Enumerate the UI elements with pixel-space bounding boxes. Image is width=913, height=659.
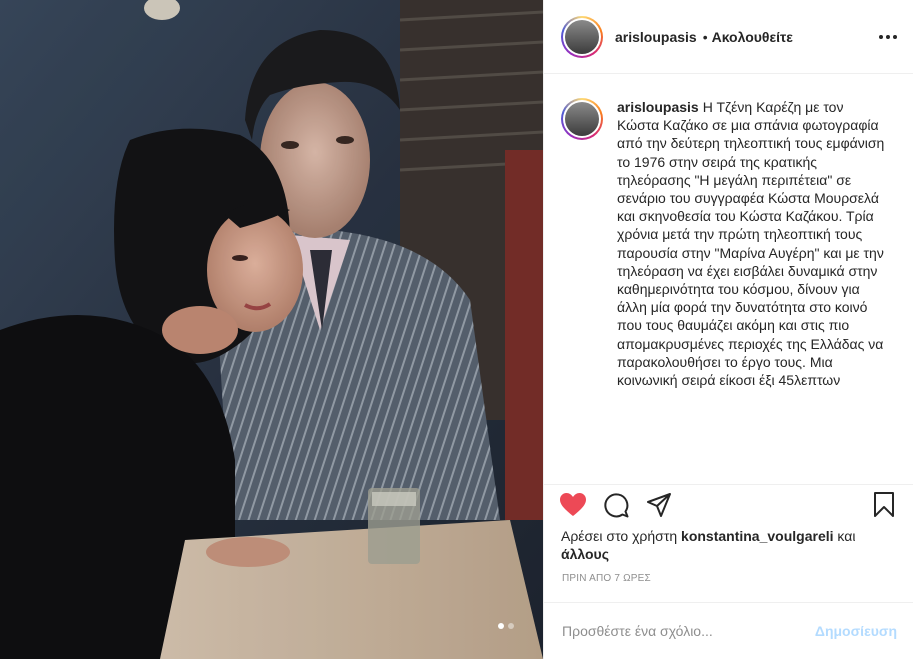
header-separator: • — [702, 28, 708, 45]
caption-body: Η Τζένη Καρέζη με τον Κώστα Καζάκο σε μι… — [617, 99, 885, 389]
post-comment-button[interactable]: Δημοσίευση — [815, 623, 897, 639]
action-bar — [544, 484, 913, 524]
follow-status[interactable]: Ακολουθείτε — [712, 29, 793, 45]
post-image — [0, 0, 543, 659]
carousel-dot — [498, 623, 504, 629]
caption-avatar[interactable] — [561, 98, 603, 140]
carousel-indicator — [498, 623, 514, 629]
timestamp[interactable]: ΠΡΙΝ ΑΠΟ 7 ΩΡΕΣ — [562, 573, 651, 584]
post-panel: arisloupasis • Ακολουθείτε arisloupasis Η… — [543, 0, 913, 659]
caption: arisloupasis Η Τζένη Καρέζη με τον Κώστα … — [561, 98, 897, 389]
comment-input[interactable] — [562, 623, 815, 639]
more-icon[interactable] — [879, 29, 897, 45]
comments-section[interactable]: arisloupasis Η Τζένη Καρέζη με τον Κώστα … — [544, 74, 913, 484]
post-header: arisloupasis • Ακολουθείτε — [544, 0, 913, 74]
bookmark-icon[interactable] — [871, 491, 897, 518]
avatar[interactable] — [561, 15, 603, 58]
caption-text: arisloupasis Η Τζένη Καρέζη με τον Κώστα … — [617, 98, 887, 389]
likes-summary: Αρέσει στο χρήστη konstantina_voulgareli… — [561, 527, 891, 563]
carousel-dot — [508, 623, 514, 629]
share-icon[interactable] — [646, 492, 672, 518]
header-username[interactable]: arisloupasis — [615, 29, 697, 45]
post-photo[interactable] — [0, 0, 543, 659]
likes-prefix: Αρέσει στο χρήστη — [561, 528, 678, 544]
comment-icon[interactable] — [603, 492, 629, 518]
likes-joiner: και — [837, 528, 856, 544]
comment-bar: Δημοσίευση — [544, 602, 913, 659]
likes-user[interactable]: konstantina_voulgareli — [681, 528, 833, 544]
caption-username[interactable]: arisloupasis — [617, 99, 699, 115]
likes-others[interactable]: άλλους — [561, 546, 609, 562]
heart-icon[interactable] — [560, 492, 586, 518]
